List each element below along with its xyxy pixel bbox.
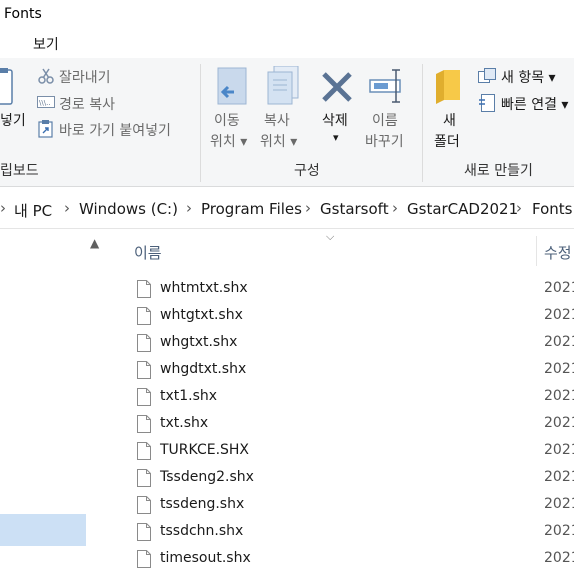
cut-button[interactable]: 잘라내기: [59, 67, 111, 87]
file-icon: [137, 361, 151, 379]
ribbon-separator: [200, 64, 201, 182]
column-divider[interactable]: [536, 236, 537, 266]
file-icon: [137, 550, 151, 568]
copy-to-label-1[interactable]: 복사: [264, 110, 290, 130]
copy-to-label-2[interactable]: 위치 ▾: [260, 131, 297, 151]
column-header-name[interactable]: 이름: [134, 242, 162, 263]
copy-to-icon[interactable]: [262, 66, 302, 108]
menu-bar: [0, 28, 574, 58]
file-name: Tssdeng2.shx: [160, 469, 254, 485]
file-modified-date: 2021: [544, 280, 574, 296]
file-name: timesout.shx: [160, 550, 251, 566]
file-name: whtgtxt.shx: [160, 307, 243, 323]
window-title: Fonts: [4, 6, 42, 22]
move-to-label-1[interactable]: 이동: [214, 110, 240, 130]
cut-icon[interactable]: [38, 68, 54, 84]
file-modified-date: 2021: [544, 496, 574, 512]
sort-indicator-icon: ⌵: [326, 230, 335, 243]
file-icon: [137, 415, 151, 433]
breadcrumb-gstarsoft[interactable]: Gstarsoft: [320, 200, 389, 218]
file-row[interactable]: TURKCE.SHX 2021: [108, 438, 574, 465]
new-folder-icon[interactable]: [434, 68, 464, 106]
breadcrumb-gstarcad2021[interactable]: GstarCAD2021: [407, 200, 518, 218]
rename-label-2[interactable]: 바꾸기: [365, 131, 404, 151]
file-row[interactable]: timesout.shx 2021: [108, 546, 574, 573]
paste-shortcut-icon[interactable]: [38, 120, 54, 138]
file-name: txt1.shx: [160, 388, 218, 404]
file-row[interactable]: whtgtxt.shx 2021: [108, 303, 574, 330]
organize-group-label: 구성: [294, 163, 320, 179]
delete-dropdown-icon[interactable]: ▾: [333, 131, 339, 144]
new-folder-label-2[interactable]: 폴더: [434, 131, 460, 151]
file-row[interactable]: whtmtxt.shx 2021: [108, 276, 574, 303]
file-modified-date: 2021: [544, 550, 574, 566]
file-name: whtmtxt.shx: [160, 280, 248, 296]
ribbon-separator: [422, 64, 423, 182]
clipboard-group-label: 립보드: [0, 163, 39, 179]
breadcrumb-this-pc[interactable]: 내 PC: [14, 200, 52, 221]
file-row[interactable]: tssdchn.shx 2021: [108, 519, 574, 546]
file-row[interactable]: tssdeng.shx 2021: [108, 492, 574, 519]
new-item-button[interactable]: 새 항목 ▾: [501, 67, 556, 87]
svg-text:\\\..: \\\..: [39, 99, 51, 107]
paste-shortcut-button[interactable]: 바로 가기 붙여넣기: [59, 120, 171, 140]
breadcrumb-fonts[interactable]: Fonts: [532, 200, 572, 218]
new-group-label: 새로 만들기: [464, 163, 533, 179]
file-modified-date: 2021: [544, 415, 574, 431]
file-name: whgtxt.shx: [160, 334, 238, 350]
file-modified-date: 2021: [544, 523, 574, 539]
breadcrumb-c-drive[interactable]: Windows (C:): [79, 200, 178, 218]
chevron-right-icon[interactable]: ›: [64, 199, 70, 217]
copy-path-icon[interactable]: \\\..: [37, 96, 55, 108]
file-modified-date: 2021: [544, 334, 574, 350]
title-bar: [0, 0, 574, 28]
move-to-label-2[interactable]: 위치 ▾: [210, 131, 247, 151]
scroll-up-arrow-icon[interactable]: ▲: [90, 236, 99, 250]
copy-path-button[interactable]: 경로 복사: [59, 94, 115, 114]
file-name: tssdchn.shx: [160, 523, 244, 539]
file-modified-date: 2021: [544, 388, 574, 404]
file-icon: [137, 496, 151, 514]
file-name: whgdtxt.shx: [160, 361, 247, 377]
file-name: tssdeng.shx: [160, 496, 245, 512]
file-modified-date: 2021: [544, 469, 574, 485]
file-icon: [137, 469, 151, 487]
new-item-icon[interactable]: [478, 68, 496, 84]
file-icon: [137, 523, 151, 541]
chevron-right-icon[interactable]: ›: [516, 199, 522, 217]
rename-icon[interactable]: [368, 68, 408, 106]
file-row[interactable]: txt1.shx 2021: [108, 384, 574, 411]
file-row[interactable]: Tssdeng2.shx 2021: [108, 465, 574, 492]
column-header-modified[interactable]: 수정: [544, 242, 572, 263]
chevron-right-icon: ›: [0, 199, 6, 217]
file-modified-date: 2021: [544, 307, 574, 323]
file-icon: [137, 388, 151, 406]
file-icon: [137, 307, 151, 325]
move-to-icon[interactable]: [214, 66, 250, 108]
chevron-right-icon[interactable]: ›: [305, 199, 311, 217]
chevron-right-icon[interactable]: ›: [186, 199, 192, 217]
delete-button-label[interactable]: 삭제: [322, 110, 348, 130]
paste-button-label[interactable]: 넣기: [0, 110, 26, 130]
file-modified-date: 2021: [544, 361, 574, 377]
new-folder-label-1[interactable]: 새: [443, 110, 456, 130]
delete-icon[interactable]: [320, 70, 354, 104]
paste-icon[interactable]: [0, 68, 16, 106]
file-icon: [137, 280, 151, 298]
file-name: txt.shx: [160, 415, 209, 431]
file-name: TURKCE.SHX: [160, 442, 250, 458]
nav-selected-item[interactable]: [0, 514, 86, 546]
breadcrumb-program-files[interactable]: Program Files: [201, 200, 302, 218]
file-row[interactable]: whgdtxt.shx 2021: [108, 357, 574, 384]
file-icon: [137, 442, 151, 460]
file-icon: [137, 334, 151, 352]
file-modified-date: 2021: [544, 442, 574, 458]
tab-view[interactable]: 보기: [33, 34, 59, 54]
file-row[interactable]: txt.shx 2021: [108, 411, 574, 438]
file-row[interactable]: whgtxt.shx 2021: [108, 330, 574, 357]
chevron-right-icon[interactable]: ›: [392, 199, 398, 217]
easy-access-icon[interactable]: [478, 94, 496, 112]
rename-label-1[interactable]: 이름: [372, 110, 398, 130]
easy-access-button[interactable]: 빠른 연결 ▾: [501, 94, 568, 114]
